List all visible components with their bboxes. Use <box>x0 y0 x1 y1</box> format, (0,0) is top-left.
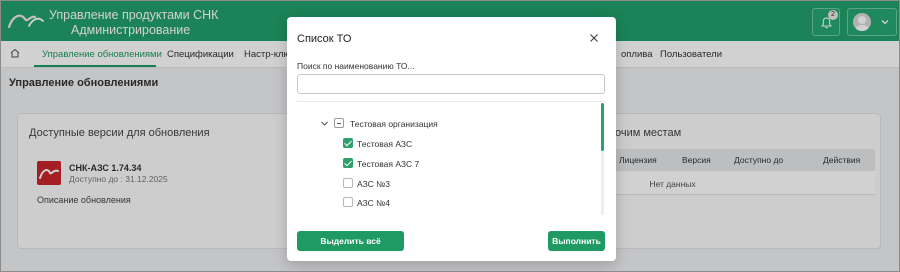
tree-label-station: Тестовая АЗС <box>357 139 413 149</box>
tree-label-station: Тестовая АЗС 7 <box>357 159 420 169</box>
select-all-button[interactable]: Выделить всё <box>297 231 404 251</box>
dialog-title: Список ТО <box>297 33 352 45</box>
tree-node-station[interactable]: АЗС №3 <box>343 177 543 191</box>
tree-label-station: АЗС №3 <box>357 179 390 189</box>
tree-node-station[interactable]: Тестовая АЗС <box>343 137 543 151</box>
app-window: Управление продуктами СНК Администрирова… <box>0 0 900 272</box>
tree-label-organization: Тестовая организация <box>350 119 438 129</box>
tree-checkbox-station[interactable] <box>343 197 353 207</box>
tree-node-station[interactable]: Тестовая АЗС 7 <box>343 157 543 171</box>
tree-checkbox-station[interactable] <box>343 158 353 168</box>
tree-scrollbar[interactable] <box>601 103 604 215</box>
tree-checkbox-station[interactable] <box>343 138 353 148</box>
close-icon[interactable] <box>589 33 599 43</box>
tree-node-station[interactable]: АЗС №4 <box>343 196 543 210</box>
chevron-down-icon[interactable] <box>320 119 329 128</box>
tree-node-organization[interactable]: Тестовая организация <box>320 117 520 131</box>
search-input[interactable] <box>297 74 605 94</box>
divider <box>297 101 605 102</box>
to-list-dialog: Список ТО Поиск по наименованию ТО... Те… <box>287 17 616 261</box>
to-tree: Тестовая организация Тестовая АЗС Тестов… <box>287 103 616 215</box>
execute-button[interactable]: Выполнить <box>548 231 605 251</box>
tree-checkbox-organization[interactable] <box>334 118 344 128</box>
tree-label-station: АЗС №4 <box>357 198 390 208</box>
tree-checkbox-station[interactable] <box>343 178 353 188</box>
scrollbar-thumb[interactable] <box>601 103 604 151</box>
search-label: Поиск по наименованию ТО... <box>297 61 415 71</box>
